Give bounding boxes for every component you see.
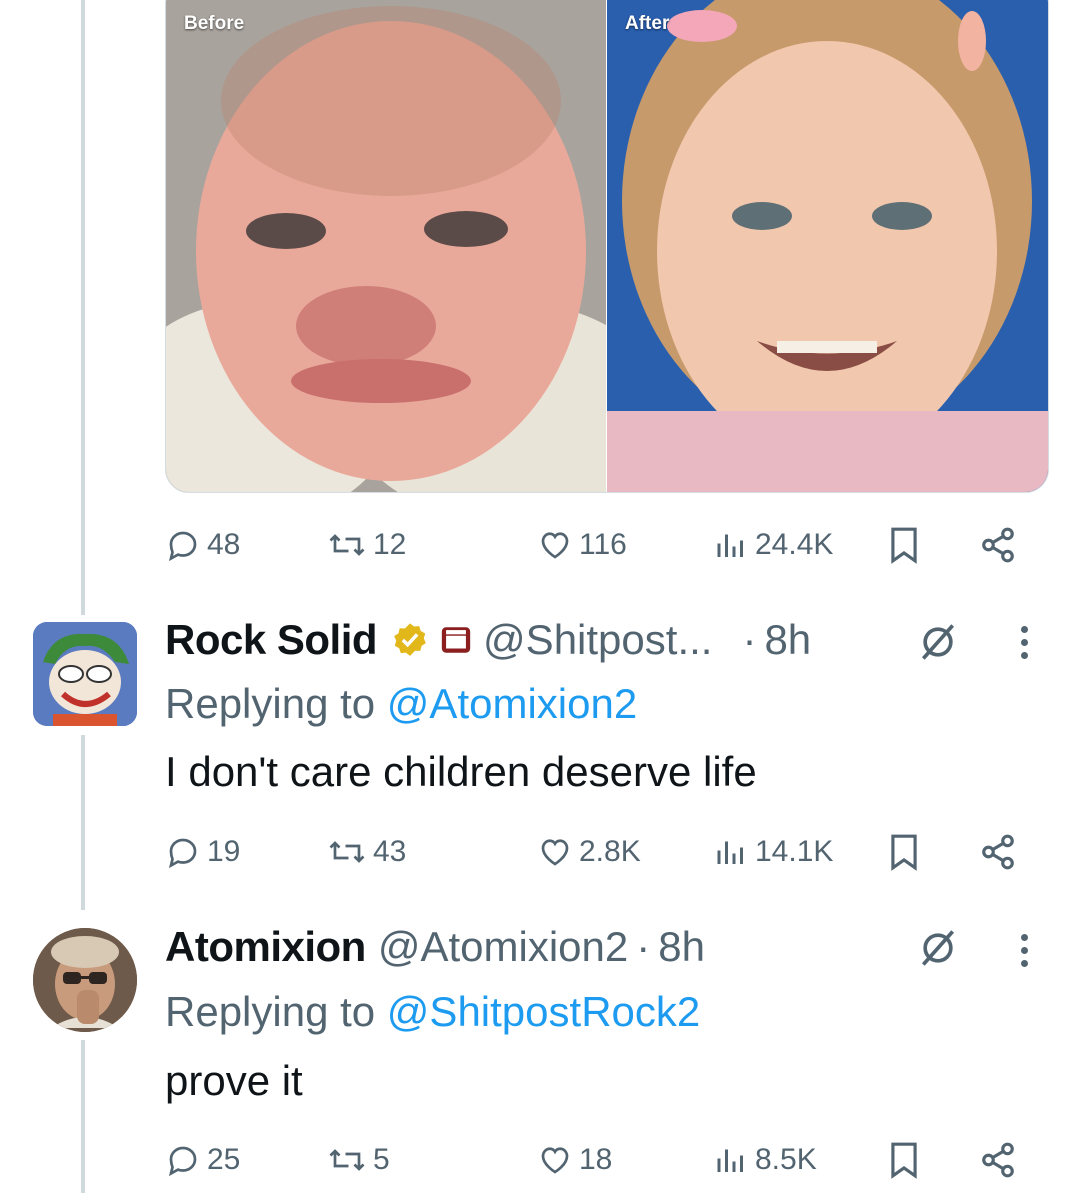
thread-line: [81, 1040, 85, 1193]
views-icon: [717, 1149, 743, 1172]
views-count: 24.4K: [755, 528, 834, 561]
grok-icon[interactable]: [916, 620, 960, 669]
mention-link[interactable]: @Atomixion2: [387, 680, 637, 727]
bookmark-button[interactable]: [887, 515, 921, 575]
tweet-header: Atomixion @Atomixion2 · 8h: [165, 922, 705, 972]
tweet-media-image[interactable]: Before After: [165, 0, 1049, 493]
views-button[interactable]: 8.5K: [713, 1130, 817, 1190]
separator-dot: ·: [742, 616, 757, 663]
avatar[interactable]: [33, 928, 137, 1032]
share-button[interactable]: [979, 822, 1017, 882]
reply-button[interactable]: 48: [165, 515, 240, 575]
views-icon: [717, 841, 743, 864]
share-icon: [982, 1142, 1014, 1178]
after-label: After: [625, 13, 670, 34]
bookmark-button[interactable]: [887, 822, 921, 882]
display-name[interactable]: Rock Solid: [165, 616, 378, 664]
bookmark-icon: [891, 834, 917, 871]
repost-icon: [329, 841, 365, 863]
tweet-actions: 25 5 18 8.5K: [165, 1130, 1035, 1190]
share-button[interactable]: [979, 1130, 1017, 1190]
reply-icon: [168, 1146, 197, 1177]
more-options-icon[interactable]: [1018, 626, 1032, 665]
tweet-text: I don't care children deserve life: [165, 748, 757, 795]
tweet-actions: 19 43 2.8K 14.1K: [165, 822, 1035, 882]
after-photo: [607, 0, 1048, 492]
thread-line: [81, 735, 85, 910]
reply-count: 48: [207, 528, 241, 561]
bookmark-button[interactable]: [887, 1130, 921, 1190]
like-button[interactable]: 116: [537, 515, 627, 575]
views-button[interactable]: 24.4K: [713, 515, 833, 575]
reply-count: 25: [207, 1143, 241, 1176]
tweet-text: prove it: [165, 1057, 303, 1104]
affiliate-badge-icon: [439, 623, 473, 657]
repost-button[interactable]: 5: [327, 1130, 390, 1190]
bookmark-icon: [891, 527, 917, 564]
replying-to: Replying to @ShitpostRock2: [165, 988, 700, 1036]
tweet-header: Rock Solid @Shitpost... · 8h: [165, 615, 811, 665]
views-icon: [717, 534, 743, 557]
repost-button[interactable]: 43: [327, 822, 406, 882]
reply-button[interactable]: 19: [165, 822, 240, 882]
heart-icon: [541, 1147, 569, 1174]
reply-button[interactable]: 25: [165, 1130, 240, 1190]
replying-to: Replying to @Atomixion2: [165, 680, 637, 728]
views-count: 8.5K: [755, 1143, 817, 1176]
reply-icon: [168, 838, 197, 869]
like-count: 2.8K: [579, 835, 641, 868]
repost-button[interactable]: 12: [327, 515, 406, 575]
mention-link[interactable]: @ShitpostRock2: [387, 988, 700, 1035]
repost-icon: [329, 534, 365, 556]
like-count: 116: [579, 528, 627, 561]
heart-icon: [541, 839, 569, 866]
repost-count: 43: [373, 835, 407, 868]
views-count: 14.1K: [755, 835, 834, 868]
share-button[interactable]: [979, 515, 1017, 575]
share-icon: [982, 834, 1014, 870]
heart-icon: [541, 532, 569, 559]
verified-badge-icon: [391, 621, 429, 659]
replying-prefix: Replying to: [165, 680, 387, 727]
avatar[interactable]: [33, 622, 137, 726]
handle[interactable]: @Atomixion2: [378, 923, 628, 971]
repost-count: 12: [373, 528, 407, 561]
separator-dot: ·: [636, 923, 651, 970]
share-icon: [982, 527, 1014, 563]
more-options-icon[interactable]: [1018, 934, 1032, 973]
views-button[interactable]: 14.1K: [713, 822, 833, 882]
grok-icon[interactable]: [916, 926, 960, 975]
handle[interactable]: @Shitpost...: [483, 616, 712, 664]
repost-icon: [329, 1149, 365, 1171]
reply-icon: [168, 531, 197, 562]
like-button[interactable]: 2.8K: [537, 822, 641, 882]
reply-count: 19: [207, 835, 241, 868]
like-count: 18: [579, 1143, 613, 1176]
replying-prefix: Replying to: [165, 988, 387, 1035]
before-photo: [166, 0, 666, 492]
before-label: Before: [184, 13, 245, 34]
repost-count: 5: [373, 1143, 390, 1176]
timestamp[interactable]: 8h: [764, 616, 811, 664]
like-button[interactable]: 18: [537, 1130, 612, 1190]
bookmark-icon: [891, 1142, 917, 1179]
tweet-actions: 48 12 116 24.4K: [165, 515, 1035, 575]
timestamp[interactable]: 8h: [658, 923, 705, 971]
display-name[interactable]: Atomixion: [165, 923, 366, 971]
thread-line: [81, 0, 85, 615]
